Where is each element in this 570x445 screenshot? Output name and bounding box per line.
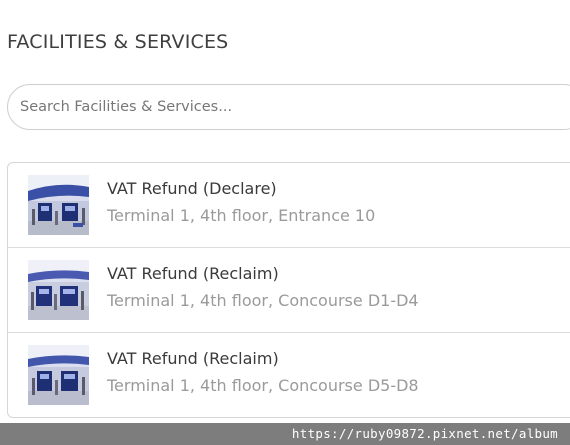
facility-location: Terminal 1, 4th floor, Concourse D1-D4	[107, 291, 419, 310]
facilities-list: VAT Refund (Declare) Terminal 1, 4th flo…	[7, 162, 570, 418]
list-item[interactable]: VAT Refund (Reclaim) Terminal 1, 4th flo…	[8, 333, 570, 417]
facility-title: VAT Refund (Reclaim)	[107, 264, 279, 283]
vat-refund-counter-photo-icon	[28, 345, 89, 405]
watermark-url: https://ruby09872.pixnet.net/album	[291, 426, 558, 441]
watermark-bar: https://ruby09872.pixnet.net/album	[0, 423, 570, 445]
facility-title: VAT Refund (Declare)	[107, 179, 277, 198]
facility-title: VAT Refund (Reclaim)	[107, 349, 279, 368]
facilities-services-page: FACILITIES & SERVICES Search Facilities …	[0, 0, 570, 445]
search-input[interactable]	[20, 85, 560, 129]
search-box[interactable]	[7, 84, 570, 130]
vat-refund-counter-photo-icon	[28, 175, 89, 235]
facility-location: Terminal 1, 4th floor, Entrance 10	[107, 206, 376, 225]
list-item[interactable]: VAT Refund (Declare) Terminal 1, 4th flo…	[8, 163, 570, 248]
vat-refund-counter-photo-icon	[28, 260, 89, 320]
facility-location: Terminal 1, 4th floor, Concourse D5-D8	[107, 376, 419, 395]
page-title: FACILITIES & SERVICES	[7, 31, 229, 53]
list-item[interactable]: VAT Refund (Reclaim) Terminal 1, 4th flo…	[8, 248, 570, 333]
